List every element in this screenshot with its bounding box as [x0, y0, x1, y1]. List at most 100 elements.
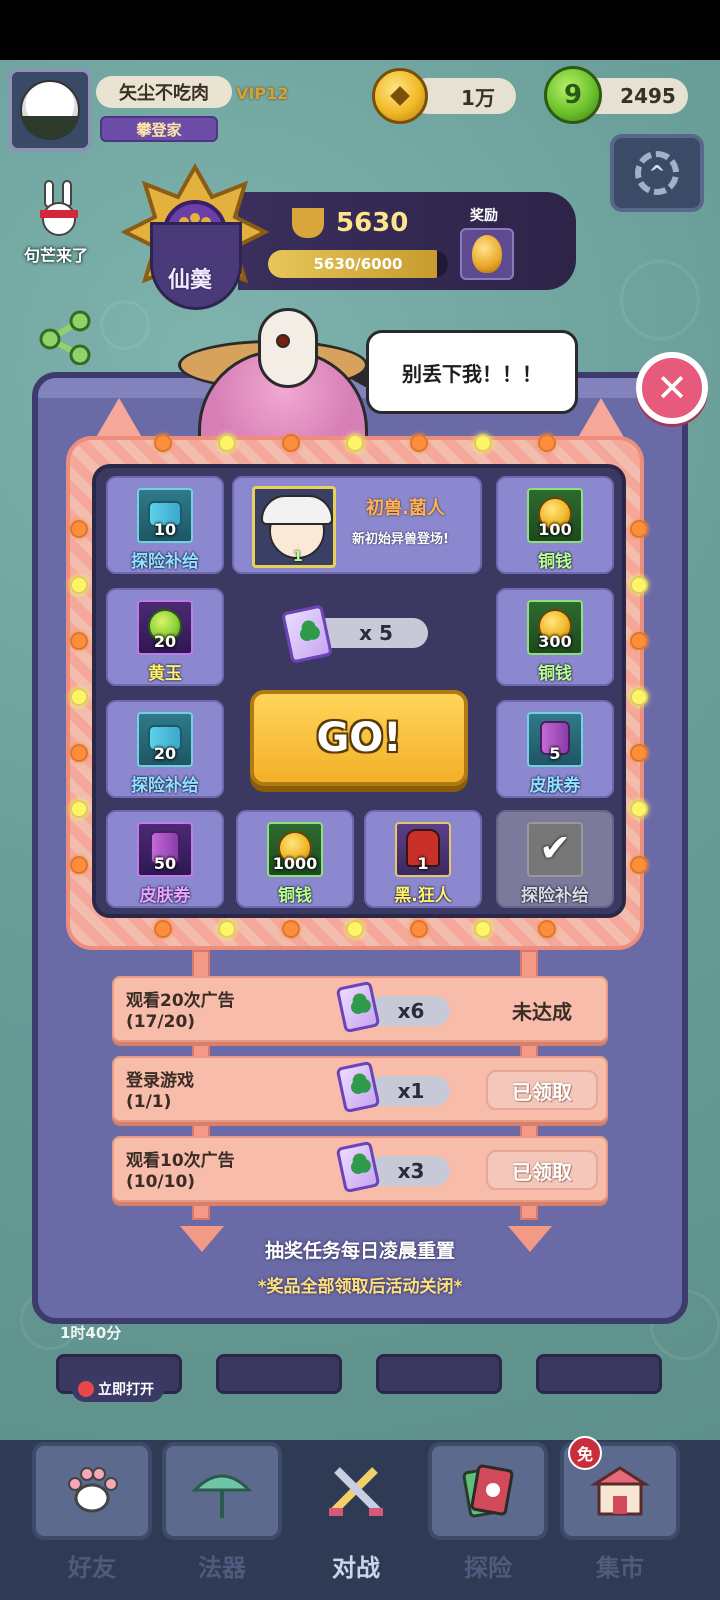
frame-light: [70, 856, 88, 874]
jade-amount: 2495: [620, 84, 676, 108]
prize-cell: 1 黑.狂人: [364, 810, 482, 908]
prize-label: 铜钱: [538, 664, 572, 684]
frame-light: [630, 632, 648, 650]
crossed-swords-icon: [329, 1467, 383, 1516]
prize-label: 皮肤券: [139, 886, 191, 906]
nav-label: 好友: [68, 1554, 116, 1582]
frame-light: [630, 744, 648, 762]
prize-label: 探险补给: [131, 776, 199, 796]
nav-artifacts[interactable]: [162, 1442, 282, 1540]
frame-light: [410, 434, 428, 452]
share-icon[interactable]: [36, 305, 96, 365]
rank-reward-box[interactable]: [460, 228, 514, 280]
frame-light: [538, 920, 556, 938]
frame-light: [70, 576, 88, 594]
prize-cell: 300 铜钱: [496, 588, 614, 686]
supply-scroll-icon: 20: [137, 712, 193, 767]
open-now-button[interactable]: 立即打开: [72, 1376, 164, 1402]
video-icon: [78, 1381, 94, 1397]
task-progress: (17/20): [126, 1012, 196, 1032]
open-now-label: 立即打开: [98, 1382, 154, 1398]
beast-card-icon: 1: [395, 822, 451, 877]
chest-slot[interactable]: [536, 1354, 662, 1394]
status-bar: [0, 0, 720, 60]
settings-button[interactable]: ^: [610, 134, 704, 212]
umbrella-icon: [191, 1474, 253, 1518]
task-row: 观看10次广告 (10/10) x3 已领取: [112, 1136, 608, 1202]
prize-label: 黄玉: [148, 664, 182, 684]
task-row: 观看20次广告 (17/20) x6 未达成: [112, 976, 608, 1042]
frame-light: [346, 920, 364, 938]
prize-cell: 5 皮肤券: [496, 700, 614, 798]
chest-slot[interactable]: [376, 1354, 502, 1394]
player-title: 攀登家: [100, 116, 218, 142]
frame-light: [630, 576, 648, 594]
frame-light: [70, 744, 88, 762]
onigiri-avatar-icon: [20, 80, 80, 140]
frame-light: [282, 920, 300, 938]
close-button[interactable]: ✕: [636, 352, 708, 424]
jade-icon: 9: [544, 66, 602, 124]
frame-light: [154, 434, 172, 452]
chest-slot[interactable]: [216, 1354, 342, 1394]
task-progress: (10/10): [126, 1172, 196, 1192]
featured-name: 初兽.菌人: [366, 498, 445, 519]
task-row: 登录游戏 (1/1) x1 已领取: [112, 1056, 608, 1122]
task-status: 未达成: [512, 999, 572, 1024]
speech-bubble: 别丢下我！！！: [351, 330, 578, 414]
frame-light: [70, 800, 88, 818]
task-progress: (1/1): [126, 1092, 172, 1112]
rank-name: 仙羮: [168, 268, 213, 293]
frame-light: [70, 688, 88, 706]
frame-light: [630, 800, 648, 818]
frame-light: [538, 434, 556, 452]
prize-label: 铜钱: [278, 886, 312, 906]
rank-progress-text: 5630/6000: [313, 255, 403, 273]
vip-badge[interactable]: VIP12: [236, 84, 288, 103]
player-avatar[interactable]: [8, 68, 92, 152]
frame-light: [474, 434, 492, 452]
nav-battle[interactable]: [296, 1442, 416, 1540]
lottery-ticket-icon: [335, 980, 381, 1034]
checkmark-icon: ✔: [527, 822, 583, 877]
task-reward: x6: [335, 980, 450, 1034]
card-icon: [462, 1464, 514, 1518]
copper-coin-icon: 1000: [267, 822, 323, 877]
bunny-event-icon[interactable]: [28, 180, 88, 240]
market-icon: [589, 1466, 651, 1516]
task-claimed-button[interactable]: 已领取: [486, 1150, 598, 1190]
lottery-ticket-count: x 5: [281, 604, 434, 664]
prize-label: 探险补给: [131, 552, 199, 572]
go-button[interactable]: GO!: [250, 690, 468, 786]
prize-cell-claimed: ✔ 探险补给: [496, 810, 614, 908]
topaz-jade-icon: 20: [137, 600, 193, 655]
reset-note: 抽奖任务每日凌晨重置: [264, 1240, 455, 1262]
featured-description: 新初始异兽登场!: [352, 532, 449, 547]
prize-label: 皮肤券: [529, 776, 581, 796]
rank-progress-bar: 5630/6000: [268, 250, 448, 278]
copper-coin-icon: 300: [527, 600, 583, 655]
prize-cell: 20 黄玉: [106, 588, 224, 686]
frame-light: [474, 920, 492, 938]
prize-cell: 100 铜钱: [496, 476, 614, 574]
prize-cell: 50 皮肤券: [106, 810, 224, 908]
prize-label: 铜钱: [538, 552, 572, 572]
prize-cell: 10 探险补给: [106, 476, 224, 574]
task-name: 观看20次广告: [126, 991, 235, 1011]
nav-explore[interactable]: [428, 1442, 548, 1540]
close-note: *奖品全部领取后活动关闭*: [257, 1277, 463, 1297]
frame-light: [282, 434, 300, 452]
task-claimed-button[interactable]: 已领取: [486, 1070, 598, 1110]
prize-label: 探险补给: [521, 886, 589, 906]
trophy-icon: [292, 208, 324, 238]
event-label[interactable]: 句芒来了: [24, 242, 88, 266]
lottery-ticket-icon: [335, 1140, 381, 1194]
nav-friends[interactable]: [32, 1442, 152, 1540]
bird-mascot: [178, 300, 378, 450]
prize-label: 黑.狂人: [394, 886, 452, 906]
nav-label: 法器: [198, 1554, 246, 1582]
featured-prize: 1 初兽.菌人 新初始异兽登场!: [232, 476, 482, 574]
nav-label: 集市: [596, 1554, 644, 1582]
task-reward: x1: [335, 1060, 450, 1114]
skin-voucher-icon: 5: [527, 712, 583, 767]
